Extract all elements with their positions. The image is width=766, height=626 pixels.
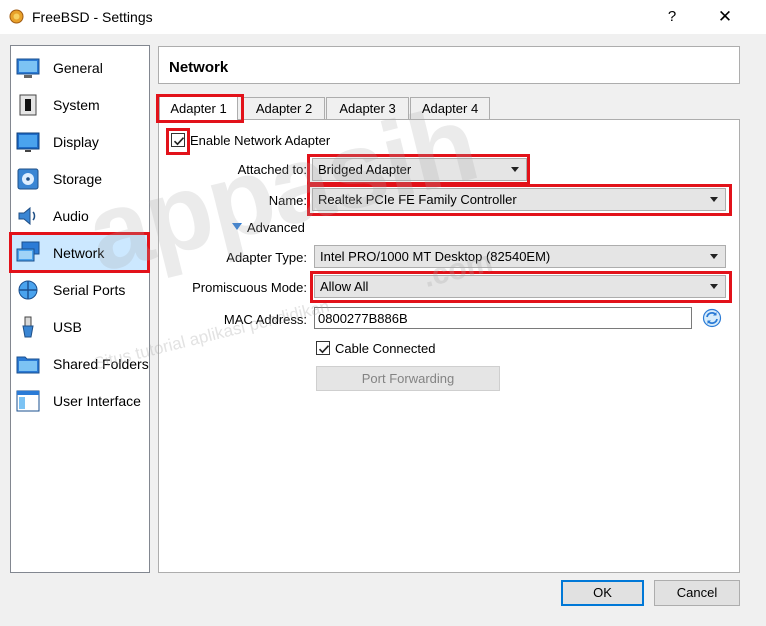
attached-to-dropdown[interactable]: Bridged Adapter: [312, 158, 527, 181]
expand-triangle-icon[interactable]: [232, 223, 242, 230]
sidebar-item-label: System: [53, 97, 100, 113]
shared-folders-icon: [16, 356, 40, 374]
adapter-type-dropdown[interactable]: Intel PRO/1000 MT Desktop (82540EM): [314, 245, 726, 268]
checkmark-icon: [318, 345, 330, 354]
sidebar-item-display[interactable]: Display: [11, 124, 149, 161]
sidebar-item-label: General: [53, 60, 103, 76]
sidebar-item-general[interactable]: General: [11, 50, 149, 87]
close-button[interactable]: ✕: [708, 6, 742, 28]
sidebar-item-label: Serial Ports: [53, 282, 126, 298]
page-title: Network: [169, 59, 229, 76]
user-interface-icon: [16, 390, 40, 412]
cancel-button[interactable]: Cancel: [654, 580, 740, 606]
adapter-type-label: Adapter Type:: [226, 250, 307, 265]
section-header: Network: [158, 46, 740, 84]
tab-adapter-3[interactable]: Adapter 3: [326, 97, 409, 120]
window-title: FreeBSD - Settings: [32, 9, 153, 25]
mac-address-input[interactable]: 0800277B886B: [314, 307, 692, 329]
sidebar-item-shared-folders[interactable]: Shared Folders: [11, 346, 149, 383]
adapter-name-dropdown[interactable]: Realtek PCIe FE Family Controller: [312, 188, 726, 211]
enable-network-adapter-checkbox[interactable]: [171, 133, 185, 147]
tab-adapter-2[interactable]: Adapter 2: [243, 97, 325, 120]
sidebar-item-label: Audio: [53, 208, 89, 224]
sidebar-item-serial-ports[interactable]: Serial Ports: [11, 272, 149, 309]
virtualbox-app-icon: [9, 9, 24, 24]
checkmark-icon: [173, 137, 185, 146]
sidebar-item-user-interface[interactable]: User Interface: [11, 383, 149, 420]
sidebar-item-storage[interactable]: Storage: [11, 161, 149, 198]
attached-to-value: Bridged Adapter: [318, 162, 412, 177]
serial-ports-icon: [18, 280, 38, 300]
sidebar-item-network[interactable]: Network: [11, 235, 149, 272]
promiscuous-mode-label: Promiscuous Mode:: [192, 280, 307, 295]
chevron-down-icon: [511, 167, 519, 172]
name-label: Name:: [268, 193, 307, 208]
sidebar-item-label: User Interface: [53, 393, 141, 409]
system-icon: [19, 94, 37, 116]
sidebar-item-label: USB: [53, 319, 82, 335]
tab-adapter-1[interactable]: Adapter 1: [159, 95, 238, 121]
audio-icon: [18, 206, 36, 226]
sidebar-item-usb[interactable]: USB: [11, 309, 149, 346]
sidebar-item-label: Storage: [53, 171, 103, 187]
sidebar-item-label: Network: [53, 245, 105, 261]
usb-icon: [22, 316, 34, 338]
advanced-toggle[interactable]: Advanced: [247, 220, 305, 235]
adapter-type-value: Intel PRO/1000 MT Desktop (82540EM): [320, 249, 551, 264]
enable-network-adapter-label: Enable Network Adapter: [190, 133, 331, 148]
sidebar-item-label: Display: [53, 134, 99, 150]
network-icon: [16, 241, 40, 262]
display-icon: [16, 132, 40, 152]
promiscuous-mode-dropdown[interactable]: Allow All: [314, 275, 726, 298]
help-button[interactable]: ?: [660, 6, 684, 28]
general-icon: [16, 58, 40, 78]
chevron-down-icon: [710, 197, 718, 202]
sidebar-item-audio[interactable]: Audio: [11, 198, 149, 235]
adapter-name-value: Realtek PCIe FE Family Controller: [318, 192, 517, 207]
attached-to-label: Attached to:: [237, 162, 307, 177]
mac-address-value: 0800277B886B: [318, 311, 408, 326]
mac-address-label: MAC Address:: [223, 312, 307, 327]
chevron-down-icon: [710, 284, 718, 289]
tab-adapter-4[interactable]: Adapter 4: [410, 97, 490, 120]
promiscuous-mode-value: Allow All: [320, 279, 369, 294]
title-bar: FreeBSD - Settings ? ✕: [0, 0, 766, 34]
storage-icon: [17, 168, 39, 190]
ok-button[interactable]: OK: [561, 580, 644, 606]
refresh-mac-icon[interactable]: [702, 308, 722, 328]
cable-connected-label: Cable Connected: [335, 341, 436, 356]
sidebar-item-label: Shared Folders: [53, 356, 149, 372]
chevron-down-icon: [710, 254, 718, 259]
sidebar-item-system[interactable]: System: [11, 87, 149, 124]
port-forwarding-button[interactable]: Port Forwarding: [316, 366, 500, 391]
settings-category-list: General System Display Storage Audio Net…: [10, 45, 150, 573]
cable-connected-checkbox[interactable]: [316, 341, 330, 355]
